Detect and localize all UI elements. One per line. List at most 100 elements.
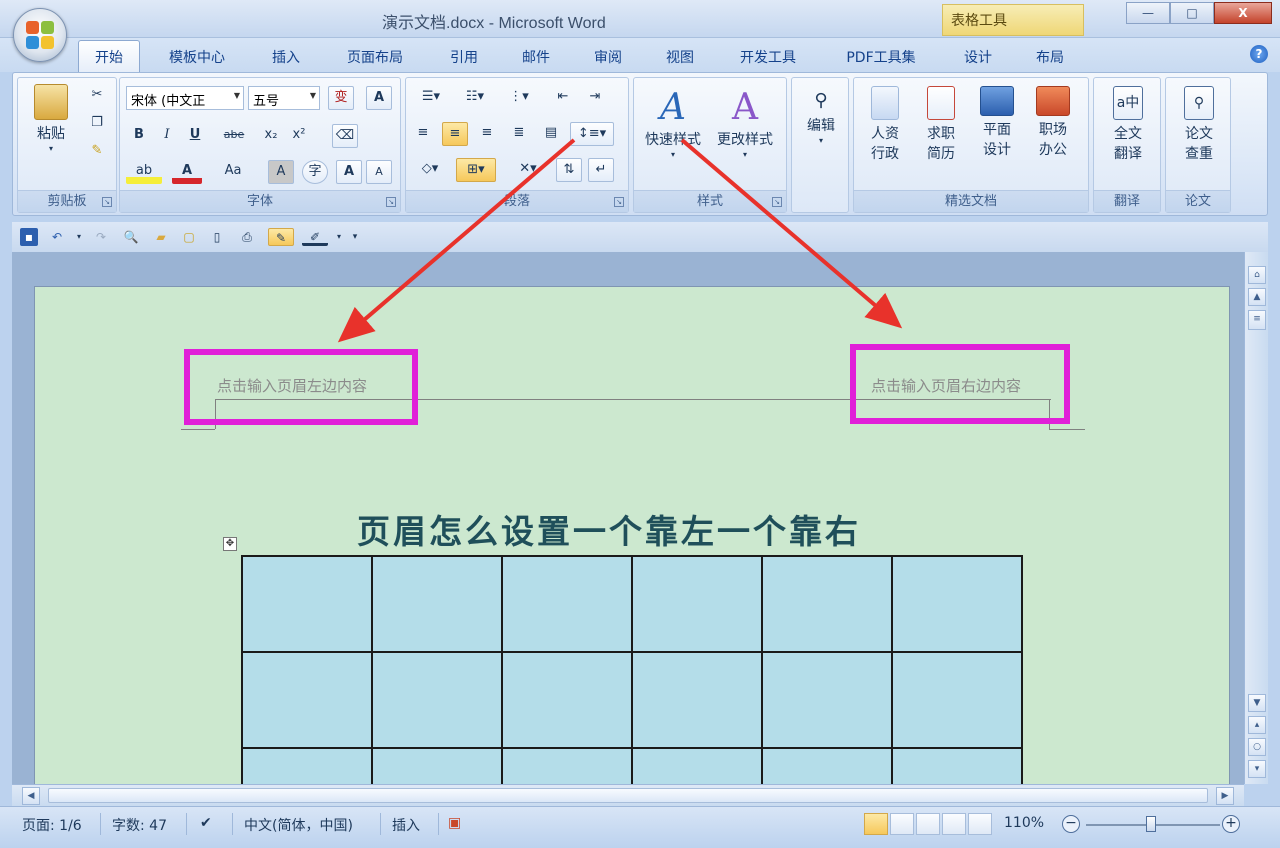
underline-button[interactable]: U [182, 124, 208, 148]
table-cell[interactable] [241, 555, 373, 653]
print-icon[interactable]: ⎙ [238, 228, 256, 246]
insert-mode[interactable]: 插入 [392, 815, 420, 835]
char-shading-icon[interactable]: A [268, 160, 294, 184]
table-cell[interactable] [371, 555, 503, 653]
zoom-slider-thumb[interactable] [1146, 816, 1156, 832]
strikethrough-button[interactable]: abe [218, 124, 250, 148]
full-translate-button[interactable]: a中 全文 翻译 [1100, 86, 1156, 164]
increase-indent-icon[interactable]: ⇥ [582, 86, 608, 110]
browse-object-icon[interactable]: ○ [1248, 738, 1266, 756]
zoom-in-icon[interactable]: + [1222, 815, 1240, 833]
table-cell[interactable] [631, 555, 763, 653]
font-name-select[interactable]: 宋体 (中文正 ▼ [126, 86, 244, 110]
copy-icon[interactable]: ❐ [84, 112, 110, 136]
office-button[interactable] [13, 8, 67, 62]
customize-qat-icon[interactable]: ▾ [346, 228, 364, 246]
horizontal-scrollbar[interactable]: ◀ ▶ [12, 784, 1244, 806]
format-painter-icon[interactable]: ✎ [84, 140, 110, 164]
numbering-icon[interactable]: ☷▾ [454, 86, 496, 110]
pen-color-icon[interactable]: ✐ [302, 228, 328, 246]
bullets-icon[interactable]: ☰▾ [410, 86, 452, 110]
paste-button[interactable]: 粘贴 ▾ [24, 84, 78, 153]
table-cell[interactable] [241, 747, 373, 784]
tab-developer[interactable]: 开发工具 [728, 46, 808, 72]
word-count[interactable]: 字数: 47 [112, 815, 167, 835]
tab-pdf-tools[interactable]: PDF工具集 [834, 46, 928, 72]
tab-layout[interactable]: 布局 [1024, 46, 1076, 72]
graphic-design-button[interactable]: 平面 设计 [970, 86, 1024, 160]
quick-styles-button[interactable]: A 快速样式 ▾ [638, 86, 708, 159]
font-size-select[interactable]: 五号 ▼ [248, 86, 320, 110]
multilevel-list-icon[interactable]: ⋮▾ [498, 86, 540, 110]
help-icon[interactable]: ? [1250, 45, 1268, 63]
tab-insert[interactable]: 插入 [262, 46, 310, 72]
print-layout-view-icon[interactable] [864, 813, 888, 835]
undo-dropdown-icon[interactable]: ▾ [70, 228, 88, 246]
scroll-up-icon[interactable]: ▲ [1248, 288, 1266, 306]
font-color-icon[interactable]: A [172, 160, 202, 184]
scroll-left-icon[interactable]: ◀ [22, 787, 40, 805]
table-cell[interactable] [891, 555, 1023, 653]
open-folder-icon[interactable]: ▰ [152, 228, 170, 246]
phonetic-guide-icon[interactable]: 变 [328, 86, 354, 110]
web-layout-view-icon[interactable] [916, 813, 940, 835]
grow-font-button[interactable]: A [336, 160, 362, 184]
table-cell[interactable] [371, 651, 503, 749]
scroll-thumb[interactable]: ≡ [1248, 310, 1266, 330]
reading-view-icon[interactable] [890, 813, 914, 835]
bold-button[interactable]: B [126, 124, 152, 148]
line-spacing-icon[interactable]: ↕≡▾ [570, 122, 614, 146]
show-marks-icon[interactable]: ↵ [588, 158, 614, 182]
table-cell[interactable] [891, 747, 1023, 784]
shrink-font-button[interactable]: A [366, 160, 392, 184]
tab-home[interactable]: 开始 [78, 40, 140, 72]
redo-icon[interactable]: ↷ [92, 228, 110, 246]
cut-icon[interactable]: ✂ [84, 84, 110, 108]
table-cell[interactable] [891, 651, 1023, 749]
highlight-color-icon[interactable]: ab [126, 160, 162, 184]
superscript-button[interactable]: x² [286, 124, 312, 148]
paragraph-launcher-icon[interactable]: ↘ [614, 197, 624, 207]
ruler-toggle-icon[interactable]: ⌂ [1248, 266, 1266, 284]
minimize-button[interactable]: — [1126, 2, 1170, 24]
chinese-layout-icon[interactable]: ✕▾ [508, 158, 548, 182]
table-cell[interactable] [371, 747, 503, 784]
change-styles-button[interactable]: A 更改样式 ▾ [710, 86, 780, 159]
clear-format-icon[interactable]: ⌫ [332, 124, 358, 148]
resume-button[interactable]: 求职 简历 [914, 86, 968, 164]
table-move-handle-icon[interactable]: ✥ [223, 537, 237, 551]
scroll-right-icon[interactable]: ▶ [1216, 787, 1234, 805]
horizontal-scroll-thumb[interactable] [48, 788, 1208, 803]
scroll-down-icon[interactable]: ▼ [1248, 694, 1266, 712]
zoom-out-icon[interactable]: − [1062, 815, 1080, 833]
new-doc-icon[interactable]: ▯ [208, 228, 226, 246]
font-launcher-icon[interactable]: ↘ [386, 197, 396, 207]
change-case-icon[interactable]: Aa [216, 160, 250, 184]
distributed-icon[interactable]: ▤ [538, 122, 564, 146]
styles-launcher-icon[interactable]: ↘ [772, 197, 782, 207]
tab-design[interactable]: 设计 [952, 46, 1004, 72]
tab-review[interactable]: 审阅 [584, 46, 632, 72]
editing-button[interactable]: ⚲ 编辑 ▾ [796, 86, 846, 145]
outline-view-icon[interactable] [942, 813, 966, 835]
prev-page-icon[interactable]: ▴ [1248, 716, 1266, 734]
char-border-icon[interactable]: A [366, 86, 392, 110]
table-cell[interactable] [631, 651, 763, 749]
table-cell[interactable] [501, 555, 633, 653]
office-work-button[interactable]: 职场 办公 [1026, 86, 1080, 160]
table-cell[interactable] [241, 651, 373, 749]
undo-icon[interactable]: ↶ [48, 228, 66, 246]
page-count[interactable]: 页面: 1/6 [22, 815, 82, 835]
align-center-icon[interactable]: ≡ [442, 122, 468, 146]
language-indicator[interactable]: 中文(简体，中国) [244, 815, 353, 835]
italic-button[interactable]: I [154, 124, 180, 148]
table-cell[interactable] [761, 747, 893, 784]
align-left-icon[interactable]: ≡ [410, 122, 436, 146]
draw-table-icon[interactable]: ✎ [268, 228, 294, 246]
table-cell[interactable] [761, 651, 893, 749]
tab-page-layout[interactable]: 页面布局 [336, 46, 414, 72]
template-icon[interactable]: ▢ [180, 228, 198, 246]
maximize-button[interactable]: □ [1170, 2, 1214, 24]
document-table[interactable] [241, 555, 1023, 784]
proofing-icon[interactable]: ✔ [200, 815, 212, 831]
